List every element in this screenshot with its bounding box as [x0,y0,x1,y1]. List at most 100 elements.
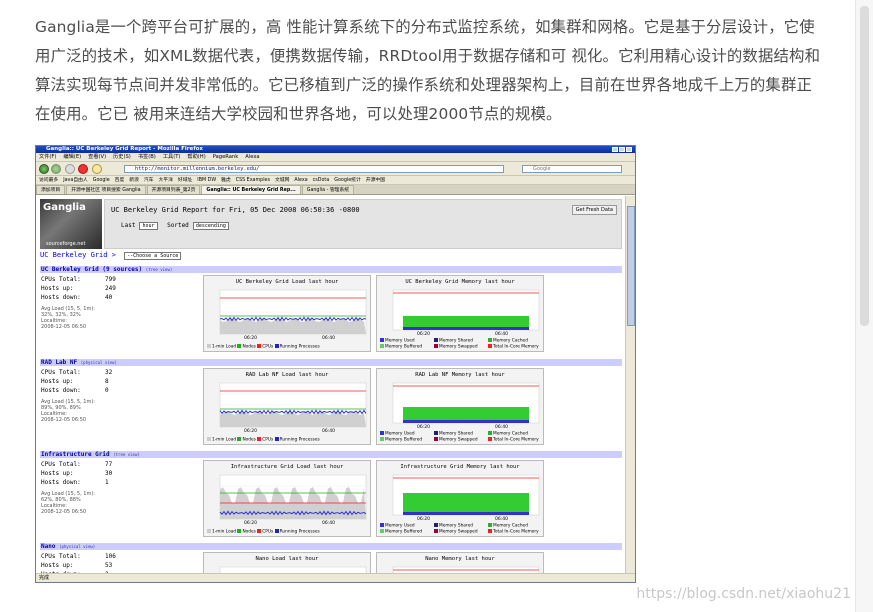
close-icon[interactable] [626,147,632,152]
last-select[interactable]: hour [139,222,158,230]
memory-graph[interactable]: UC Berkeley Grid Memory last hour 06:20 … [376,275,544,352]
cpus-label: CPUs Total: [41,369,81,376]
load-chart [219,289,367,335]
graph-title: Infrastructure Grid Memory last hour [400,464,520,470]
home-button[interactable] [92,164,102,174]
view-link[interactable]: (physical view) [81,360,117,365]
bookmark-item[interactable]: 大平洋 [158,178,172,183]
bookmark-item[interactable]: 汽车 [144,178,154,183]
section-name[interactable]: Infrastructure Grid [41,451,110,458]
menu-item[interactable]: 查看(V) [88,154,106,160]
scroll-thumb[interactable] [627,206,635,326]
view-link[interactable]: (tree view) [146,267,173,272]
bookmark-item[interactable]: Google统计 [334,178,361,183]
x-tick: 06:40 [322,521,335,526]
window-title: Ganglia:: UC Berkeley Grid Report - Mozi… [46,146,203,152]
bookmark-item[interactable]: CSS Examples [236,178,270,183]
bookmark-item[interactable]: IBM DW [197,178,216,183]
browser-tab[interactable]: 开源中国社区 项目搜索 Ganglia [66,185,146,194]
maximize-icon[interactable] [619,147,625,152]
hosts-up-value: 249 [105,285,116,292]
bookmark-item[interactable]: 新浪 [129,178,139,183]
last-label: Last [121,222,136,229]
hosts-down-value: 1 [105,479,109,486]
hosts-up-label: Hosts up: [41,285,74,292]
section-name[interactable]: Nano [41,543,55,550]
legend-label: 1-min Load [212,437,237,442]
load-graph[interactable]: UC Berkeley Grid Load last hour 06:20 06… [203,275,371,352]
url-bar[interactable]: http://monitor.millennium.berkeley.edu/ [124,165,504,173]
section-header[interactable]: RAD Lab NF (physical view) [40,359,622,366]
grid-section: RAD Lab NF (physical view) CPUs Total: 32… [40,359,622,445]
hosts-up-value: 8 [105,378,109,385]
localtime-value: 2008-12-05 06:50 [41,324,87,330]
load-graph[interactable]: Nano Load last hour 06:20 06:40 1-min Lo… [203,552,371,575]
section-header[interactable]: UC Berkeley Grid (9 sources) (tree view) [40,266,622,273]
bookmark-item[interactable]: 文城网 [275,178,289,183]
load-graph[interactable]: Infrastructure Grid Load last hour 06:20… [203,460,371,537]
get-fresh-data-button[interactable]: Get Fresh Data [571,205,617,215]
menu-item[interactable]: 历史(S) [113,154,131,160]
load-legend: 1-min Load Nodes CPUs Running Processes [207,343,320,349]
legend-label: Nodes [242,344,256,349]
cpus-value: 32 [105,369,113,376]
search-input[interactable]: Google [522,165,622,173]
x-tick: 06:40 [322,429,335,434]
memory-graph[interactable]: Nano Memory last hour 06:20 06:40 Memory… [376,552,544,575]
back-button[interactable] [39,164,49,174]
bookmark-item[interactable]: 百度 [115,178,125,183]
bookmark-item[interactable]: 雅虎 [221,178,231,183]
sorted-select[interactable]: descending [192,222,229,230]
hosts-down-label: Hosts down: [41,479,81,486]
source-select[interactable]: --Choose a Source [124,252,182,260]
bookmark-item[interactable]: Google [93,178,110,183]
section-stats: CPUs Total: 32 Hosts up: 8 Hosts down: 0 Av… [41,368,201,423]
x-tick: 06:40 [322,336,335,341]
tab-strip: 添加项目 开源中国社区 项目搜索 Ganglia 开源项目列表_第2页 Ganglia… [36,185,635,195]
scroll-thumb[interactable] [860,6,869,326]
menu-item[interactable]: 书签(B) [138,154,156,160]
stop-button[interactable] [78,164,88,174]
browser-tab[interactable]: Ganglia:: UC Berkeley Grid Rep... [201,185,301,194]
source-nav: UC Berkeley Grid > --Choose a Source [40,251,187,260]
article-paragraph: Ganglia是一个跨平台可扩展的，高 性能计算系统下的分布式监控系统，如集群和… [35,18,821,123]
menu-item[interactable]: 工具(T) [163,154,181,160]
menu-item[interactable]: 编辑(E) [63,154,81,160]
source-link[interactable]: UC Berkeley Grid [40,251,107,259]
graph-title: UC Berkeley Grid Memory last hour [405,279,515,285]
ganglia-logo: Ganglia sourceforge.net [40,199,102,249]
legend-label: Nodes [242,437,256,442]
reload-button[interactable] [65,164,75,174]
graph-title: RAD Lab NF Memory last hour [415,372,505,378]
view-link[interactable]: (tree view) [113,452,140,457]
minimize-icon[interactable] [612,147,618,152]
browser-tab[interactable]: Ganglia - 管理系统 [301,185,355,194]
menu-item[interactable]: 文件(F) [39,154,56,160]
legend-label: Running Processes [279,344,320,349]
section-header[interactable]: Nano (physical view) [40,543,622,550]
menu-item[interactable]: PageRank [213,154,239,160]
forward-button[interactable] [51,164,61,174]
bookmark-item[interactable]: Alexa [294,178,307,183]
bookmark-item[interactable]: Java自由人 [63,178,88,183]
bookmark-item[interactable]: 好域址 [178,178,192,183]
bookmark-item[interactable]: csDota [313,178,330,183]
view-link[interactable]: (physical view) [59,544,95,549]
memory-graph[interactable]: RAD Lab NF Memory last hour 06:20 06:40 … [376,368,544,445]
menu-item[interactable]: Alexa [245,154,259,160]
bookmark-item[interactable]: 访问最多 [39,178,58,183]
menu-item[interactable]: 帮助(H) [187,154,205,160]
memory-graph[interactable]: Infrastructure Grid Memory last hour 06:… [376,460,544,537]
section-header[interactable]: Infrastructure Grid (tree view) [40,451,622,458]
load-graph[interactable]: RAD Lab NF Load last hour 06:20 06:40 1-… [203,368,371,445]
memory-used-area [403,512,529,515]
browser-tab[interactable]: 添加项目 [36,185,66,194]
page-scrollbar[interactable] [625,196,635,575]
cpus-value: 106 [105,553,116,560]
bookmark-item[interactable]: 开源中国 [366,178,385,183]
window-controls[interactable] [611,147,633,152]
blog-scrollbar[interactable] [855,0,873,612]
browser-tab[interactable]: 开源项目列表_第2页 [146,185,201,194]
section-name[interactable]: RAD Lab NF [41,359,77,366]
section-name[interactable]: UC Berkeley Grid (9 sources) [41,266,142,273]
